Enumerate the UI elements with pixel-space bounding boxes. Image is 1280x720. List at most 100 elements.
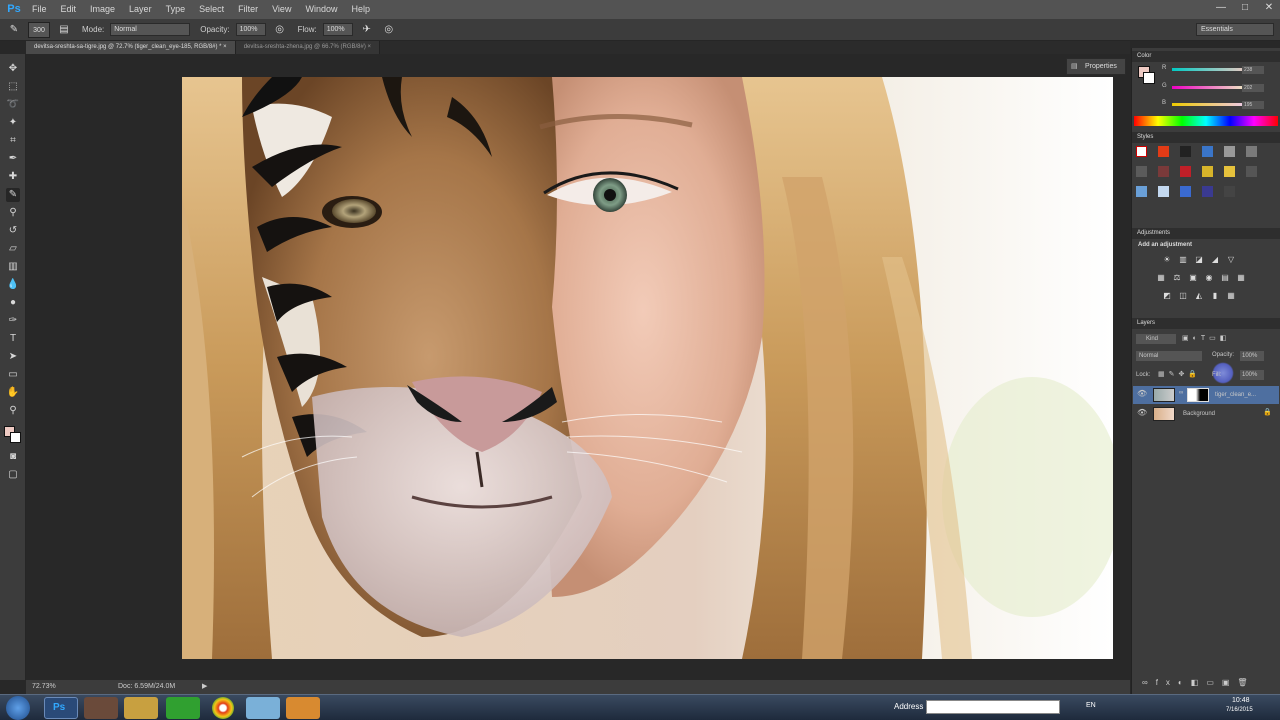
- color-spectrum-bar[interactable]: [1134, 116, 1278, 126]
- taskbar-camtasia[interactable]: [166, 697, 200, 719]
- style-swatch-8[interactable]: [1180, 166, 1191, 177]
- maximize-button[interactable]: □: [1238, 2, 1252, 14]
- styles-panel-header[interactable]: Styles: [1132, 132, 1280, 143]
- menu-layer[interactable]: Layer: [122, 0, 159, 19]
- properties-panel-button[interactable]: ▤ Properties: [1066, 58, 1126, 75]
- style-swatch-10[interactable]: [1224, 166, 1235, 177]
- layer-blend-mode[interactable]: Normal: [1136, 351, 1202, 361]
- eraser-tool-icon[interactable]: ▱: [6, 242, 20, 256]
- blur-tool-icon[interactable]: 💧: [6, 278, 20, 292]
- layers-panel-header[interactable]: Layers: [1132, 318, 1280, 329]
- clock-time[interactable]: 10:48: [1232, 697, 1250, 704]
- fill-input[interactable]: 100%: [1240, 370, 1264, 380]
- clone-stamp-tool-icon[interactable]: ⚲: [6, 206, 20, 220]
- brightness-contrast-icon[interactable]: ☀: [1162, 255, 1172, 265]
- taskbar-image-viewer[interactable]: [84, 697, 118, 719]
- menu-edit[interactable]: Edit: [54, 0, 84, 19]
- healing-tool-icon[interactable]: ✚: [6, 170, 20, 184]
- visibility-eye-icon[interactable]: 👁: [1137, 408, 1147, 417]
- eyedropper-tool-icon[interactable]: ✒: [6, 152, 20, 166]
- menu-filter[interactable]: Filter: [231, 0, 265, 19]
- taskbar-photoshop[interactable]: Ps: [44, 697, 78, 719]
- brush-preset-picker[interactable]: 300: [28, 21, 50, 38]
- style-swatch-6[interactable]: [1136, 166, 1147, 177]
- style-swatch-3[interactable]: [1202, 146, 1213, 157]
- hand-tool-icon[interactable]: ✋: [6, 386, 20, 400]
- layer-opacity-input[interactable]: 100%: [1240, 351, 1264, 361]
- gradient-map-icon[interactable]: ▮: [1210, 291, 1220, 301]
- screen-mode-icon[interactable]: ▢: [6, 468, 20, 482]
- style-swatch-2[interactable]: [1180, 146, 1191, 157]
- pressure-opacity-icon[interactable]: ◎: [272, 22, 288, 38]
- selective-color-icon[interactable]: ▦: [1226, 291, 1236, 301]
- menu-image[interactable]: Image: [83, 0, 122, 19]
- language-indicator[interactable]: EN: [1086, 702, 1096, 709]
- style-swatch-15[interactable]: [1202, 186, 1213, 197]
- hue-saturation-icon[interactable]: ▦: [1156, 273, 1166, 283]
- taskbar-chrome[interactable]: [212, 697, 234, 719]
- menu-view[interactable]: View: [265, 0, 298, 19]
- color-lookup-icon[interactable]: ▦: [1236, 273, 1246, 283]
- curves-icon[interactable]: ◪: [1194, 255, 1204, 265]
- color-background-swatch[interactable]: [1143, 72, 1155, 84]
- close-button[interactable]: ✕: [1262, 2, 1276, 14]
- path-select-tool-icon[interactable]: ➤: [6, 350, 20, 364]
- style-swatch-5[interactable]: [1246, 146, 1257, 157]
- posterize-icon[interactable]: ◫: [1178, 291, 1188, 301]
- pen-tool-icon[interactable]: ✑: [6, 314, 20, 328]
- layer-name[interactable]: tiger_clean_e...: [1215, 386, 1256, 404]
- invert-icon[interactable]: ◩: [1162, 291, 1172, 301]
- brush-tool-icon-active[interactable]: ✎: [6, 188, 20, 202]
- address-input[interactable]: [926, 700, 1060, 714]
- slider-g[interactable]: [1172, 86, 1252, 89]
- zoom-tool-icon[interactable]: ⚲: [6, 404, 20, 418]
- document-canvas[interactable]: [182, 77, 1113, 659]
- layer-filter-icons[interactable]: ▣◐T▭◧: [1182, 334, 1272, 344]
- style-swatch-11[interactable]: [1246, 166, 1257, 177]
- taskbar-app-5[interactable]: [246, 697, 280, 719]
- value-b[interactable]: 195: [1242, 101, 1264, 109]
- mode-select[interactable]: Normal: [110, 23, 191, 36]
- marquee-tool-icon[interactable]: ⬚: [6, 80, 20, 94]
- type-tool-icon[interactable]: T: [6, 332, 20, 346]
- visibility-eye-icon[interactable]: 👁: [1137, 389, 1147, 398]
- opacity-input[interactable]: 100%: [235, 23, 266, 36]
- style-swatch-9[interactable]: [1202, 166, 1213, 177]
- menu-type[interactable]: Type: [159, 0, 193, 19]
- style-swatch-14[interactable]: [1180, 186, 1191, 197]
- adjustments-panel-header[interactable]: Adjustments: [1132, 228, 1280, 239]
- workspace-select[interactable]: Essentials: [1196, 23, 1274, 36]
- layer-mask-thumbnail[interactable]: [1187, 388, 1209, 402]
- exposure-icon[interactable]: ◢: [1210, 255, 1220, 265]
- style-none-swatch[interactable]: [1136, 146, 1147, 157]
- style-swatch-16[interactable]: [1224, 186, 1235, 197]
- brush-panel-toggle-icon[interactable]: ▤: [56, 22, 72, 38]
- menu-select[interactable]: Select: [192, 0, 231, 19]
- style-swatch-13[interactable]: [1158, 186, 1169, 197]
- layer-link-icon[interactable]: ∞: [1179, 390, 1183, 396]
- layer-row-tiger[interactable]: 👁 ∞ tiger_clean_e...: [1133, 386, 1279, 404]
- lock-icons[interactable]: ▦✎✥🔒: [1158, 370, 1201, 378]
- layer-row-background[interactable]: 👁 Background 🔒: [1133, 405, 1279, 423]
- slider-b[interactable]: [1172, 103, 1252, 106]
- quick-mask-icon[interactable]: ◙: [6, 450, 20, 464]
- move-tool-icon[interactable]: ✥: [6, 62, 20, 76]
- airbrush-icon[interactable]: ✈: [359, 22, 375, 38]
- history-brush-tool-icon[interactable]: ↺: [6, 224, 20, 238]
- menu-window[interactable]: Window: [298, 0, 344, 19]
- style-swatch-1[interactable]: [1158, 146, 1169, 157]
- vibrance-icon[interactable]: ▽: [1226, 255, 1236, 265]
- pressure-size-icon[interactable]: ◎: [381, 22, 397, 38]
- shape-tool-icon[interactable]: ▭: [6, 368, 20, 382]
- minimize-button[interactable]: —: [1214, 2, 1228, 14]
- brush-tool-icon[interactable]: ✎: [6, 22, 22, 38]
- menu-help[interactable]: Help: [344, 0, 377, 19]
- levels-icon[interactable]: ▥: [1178, 255, 1188, 265]
- layer-name[interactable]: Background: [1183, 405, 1215, 423]
- flow-input[interactable]: 100%: [322, 23, 353, 36]
- start-button[interactable]: [6, 696, 30, 720]
- taskbar-media-player[interactable]: [286, 697, 320, 719]
- taskbar-explorer[interactable]: [124, 697, 158, 719]
- color-panel-header[interactable]: Color: [1132, 51, 1280, 62]
- value-g[interactable]: 202: [1242, 84, 1264, 92]
